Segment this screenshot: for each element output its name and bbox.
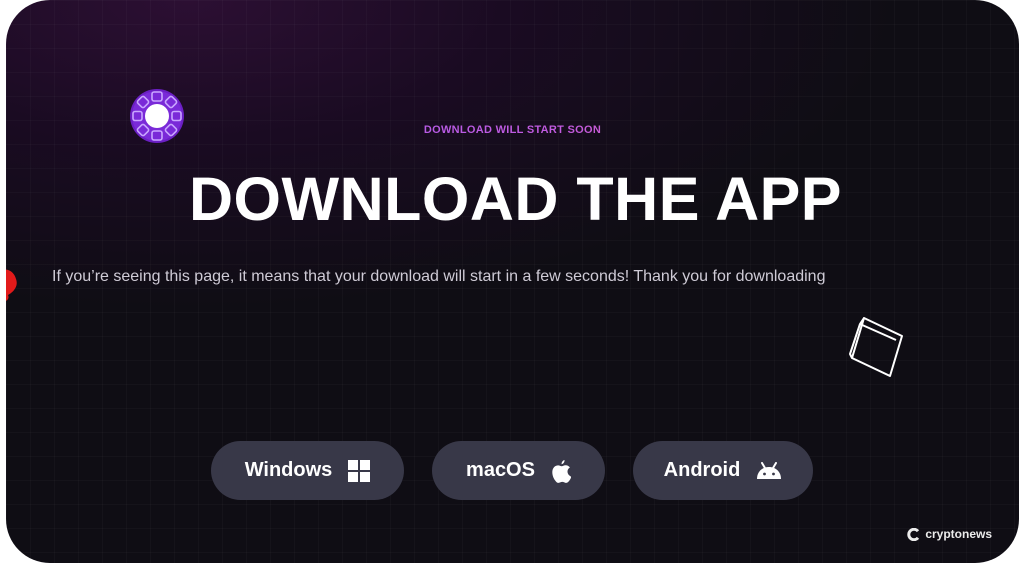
macos-download-button[interactable]: macOS: [432, 441, 605, 500]
macos-button-label: macOS: [466, 459, 535, 481]
android-icon: [757, 461, 782, 479]
windows-icon: [348, 459, 371, 482]
page-description: If you’re seeing this page, it means tha…: [52, 268, 826, 285]
decorative-shape-icon: [6, 269, 17, 301]
cryptonews-watermark: cryptonews: [907, 527, 992, 541]
android-download-button[interactable]: Android: [633, 441, 813, 500]
android-button-label: Android: [663, 459, 741, 481]
apple-icon: [552, 459, 571, 483]
decorative-cube-icon: [849, 317, 903, 377]
page-title: DOWNLOAD THE APP: [189, 165, 842, 233]
watermark-text: cryptonews: [925, 527, 992, 541]
windows-download-button[interactable]: Windows: [211, 441, 404, 500]
download-status-label: DOWNLOAD WILL START SOON: [6, 124, 1019, 136]
windows-button-label: Windows: [244, 459, 333, 481]
cryptonews-logo-icon: [907, 527, 920, 541]
download-page: DOWNLOAD WILL START SOON DOWNLOAD THE AP…: [6, 0, 1019, 563]
